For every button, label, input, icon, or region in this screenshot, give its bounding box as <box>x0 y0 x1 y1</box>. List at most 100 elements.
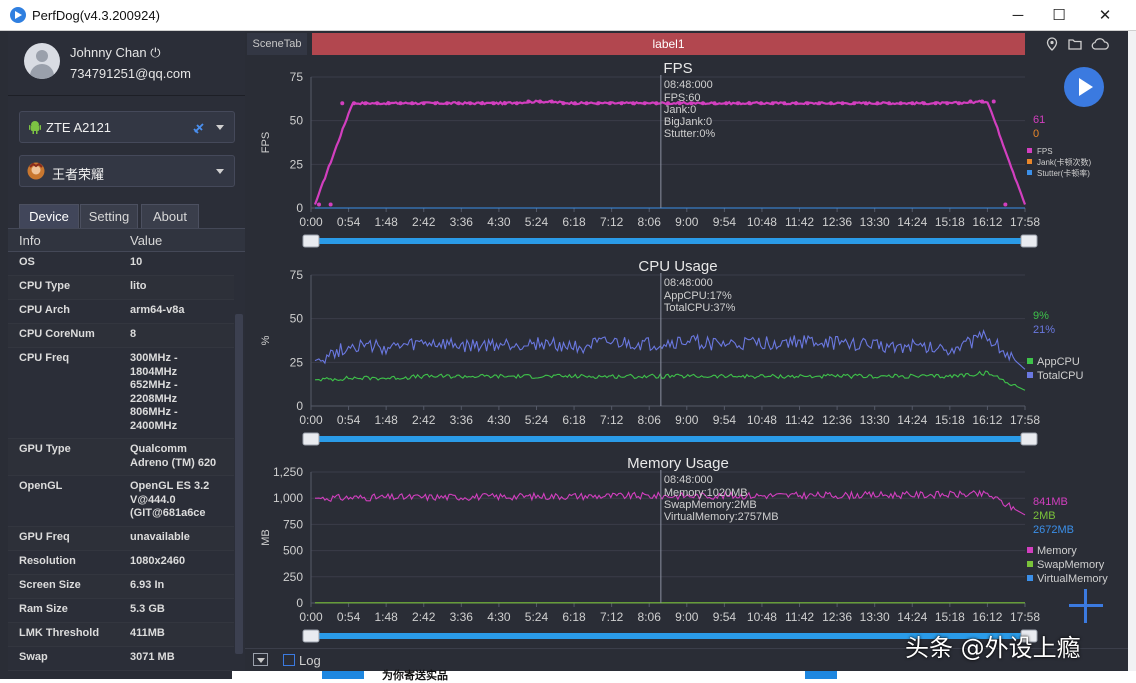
x-tick-label: 11:42 <box>785 413 814 427</box>
scene-tab[interactable]: SceneTab <box>247 33 307 55</box>
folder-icon[interactable] <box>1068 37 1082 51</box>
tab-about[interactable]: About <box>141 204 199 228</box>
log-checkbox[interactable] <box>283 654 295 666</box>
data-point <box>549 99 554 104</box>
info-value: lito <box>130 280 147 292</box>
data-point <box>479 101 484 106</box>
x-tick-label: 15:18 <box>935 413 965 427</box>
y-tick-label: 1,000 <box>273 491 303 505</box>
cursor-readout: Jank:0 <box>664 104 696 116</box>
close-button[interactable]: ✕ <box>1082 0 1128 31</box>
range-slider-handle[interactable] <box>302 629 320 643</box>
x-tick-label: 2:42 <box>412 610 436 624</box>
background-element <box>322 671 364 679</box>
range-slider-handle[interactable] <box>302 432 320 446</box>
sidebar: Johnny Chan ⏻ 734791251@qq.com ZTE A2121 <box>8 31 245 671</box>
x-tick-label: 8:06 <box>638 610 662 624</box>
cpu-usage-chart[interactable]: CPU Usage% 75 50 25 00:00 0:54 1:48 2:42 3:36 4:3… <box>245 253 1128 450</box>
current-value: 2672MB <box>1033 524 1074 536</box>
data-point <box>619 101 624 106</box>
minimize-button[interactable]: ─ <box>995 0 1041 31</box>
x-tick-label: 14:24 <box>897 413 927 427</box>
x-tick-label: 17:58 <box>1010 610 1040 624</box>
info-row: CPU CoreNum 8 <box>8 324 234 348</box>
data-point <box>631 101 636 106</box>
maximize-button[interactable]: ☐ <box>1036 0 1082 31</box>
perfdog-window: PerfDog(v4.3.200924) ─ ☐ ✕ Johnny Chan ⏻… <box>0 0 1136 679</box>
scene-label-bar[interactable]: label1 <box>312 33 1025 55</box>
device-selector[interactable]: ZTE A2121 <box>19 111 235 143</box>
location-icon[interactable] <box>1045 37 1059 51</box>
fps-chart[interactable]: FPSFPS75502500:00 0:54 1:48 2:42 3:36 4:30 5:2… <box>245 55 1128 253</box>
range-slider-handle[interactable] <box>1020 432 1038 446</box>
info-row: CPU Freq 300MHz - 1804MHz 652MHz - 2208MH… <box>8 348 234 439</box>
add-button[interactable] <box>1069 589 1103 623</box>
data-point <box>770 101 775 106</box>
x-tick-label: 11:42 <box>785 215 814 229</box>
data-point <box>1003 202 1008 207</box>
x-tick-label: 0:00 <box>299 413 323 427</box>
info-key: CPU Arch <box>19 304 70 316</box>
info-scrollbar[interactable] <box>235 252 243 662</box>
data-point <box>805 101 810 106</box>
x-tick-label: 9:00 <box>675 413 699 427</box>
memory-usage-chart[interactable]: Memory Usage MB 1,250 1,000 750 500 250 00:00 0:… <box>245 450 1128 648</box>
data-point <box>607 101 612 106</box>
x-tick-label: 4:30 <box>487 610 511 624</box>
range-slider-handle[interactable] <box>1020 234 1038 248</box>
x-tick-label: 0:00 <box>299 215 323 229</box>
legend-label: Memory <box>1037 545 1077 557</box>
window-title: PerfDog(v4.3.200924) <box>32 8 160 23</box>
x-tick-label: 16:12 <box>972 610 1002 624</box>
legend-swatch <box>1027 547 1033 553</box>
x-tick-label: 3:36 <box>450 610 474 624</box>
data-point <box>340 101 345 106</box>
data-point <box>933 101 938 106</box>
info-key: Swap <box>19 650 48 663</box>
legend-label: TotalCPU <box>1037 370 1084 382</box>
tab-device[interactable]: Device <box>19 204 79 228</box>
data-point <box>654 101 659 106</box>
x-tick-label: 3:36 <box>450 215 474 229</box>
y-axis-label: FPS <box>260 132 272 153</box>
data-point <box>317 202 321 207</box>
data-point <box>584 101 589 106</box>
y-tick-label: 250 <box>283 570 303 584</box>
cloud-icon[interactable] <box>1091 37 1109 51</box>
current-value: 21% <box>1033 324 1055 336</box>
x-tick-label: 8:06 <box>638 413 662 427</box>
info-value: 5.3 GB <box>130 602 165 615</box>
charts-area: FPS FPS 75 50 25 0 0:00 0:54 1:48 2:42 3:36 4:30 5:2… <box>245 55 1128 648</box>
play-button[interactable] <box>1064 67 1104 107</box>
data-point <box>410 101 415 106</box>
info-value: 3071 MB <box>130 650 175 663</box>
y-tick-label: 75 <box>290 70 304 84</box>
tab-setting[interactable]: Setting <box>80 204 138 228</box>
android-icon <box>29 121 41 134</box>
x-tick-label: 0:00 <box>299 610 323 624</box>
x-tick-label: 0:54 <box>337 215 361 229</box>
data-point <box>421 101 426 106</box>
range-slider-handle[interactable] <box>302 234 320 248</box>
data-point <box>444 101 449 106</box>
x-tick-label: 16:12 <box>972 413 1002 427</box>
watermark: 头条 @外设上瘾 <box>905 634 1081 662</box>
info-value: OpenGL ES 3.2 V@444.0 (GIT@681a6ce <box>130 480 210 519</box>
cursor-time: 08:48:000 <box>664 79 713 91</box>
data-point <box>910 101 915 106</box>
data-point <box>956 101 961 106</box>
current-value: 2MB <box>1033 510 1056 522</box>
log-expand-toggle[interactable] <box>253 653 268 666</box>
app-selector[interactable]: 王者荣耀 <box>19 155 235 187</box>
avatar[interactable] <box>24 43 60 79</box>
x-tick-label: 8:06 <box>638 215 662 229</box>
info-table: OS 10 CPU Type lito CPU Arch arm64-v8a CPU Cor… <box>8 252 234 671</box>
cursor-readout: Memory:1020MB <box>664 487 748 499</box>
scrollbar-thumb[interactable] <box>235 314 243 654</box>
data-point <box>398 101 403 106</box>
current-value: 9% <box>1033 310 1049 322</box>
legend-label: SwapMemory <box>1037 559 1105 571</box>
info-row: CPU Type lito <box>8 276 234 300</box>
x-tick-label: 3:36 <box>450 413 474 427</box>
account-name[interactable]: Johnny Chan ⏻ <box>70 45 161 61</box>
